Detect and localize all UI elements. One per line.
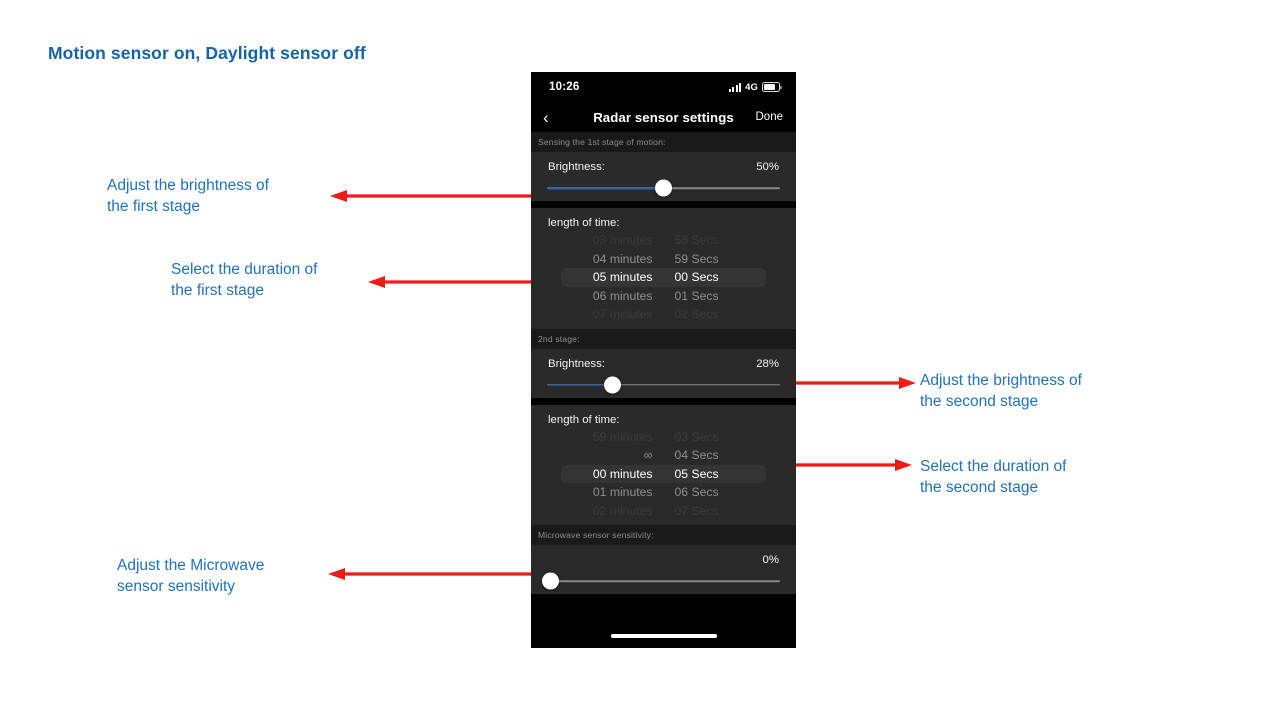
- picker-minutes: 59 minutes: [592, 429, 653, 444]
- done-button[interactable]: Done: [756, 111, 784, 123]
- annotation-microwave-sensitivity: Adjust the Microwave sensor sensitivity: [117, 557, 265, 596]
- arrow-to-duration-second-stage: [780, 458, 912, 472]
- microwave-sensitivity-slider[interactable]: [541, 568, 780, 594]
- picker-minutes: 07 minutes: [592, 307, 653, 322]
- home-indicator: [610, 634, 717, 638]
- picker-seconds: 00 Secs: [674, 270, 719, 285]
- brightness-value: 50%: [756, 161, 779, 173]
- picker-seconds: 02 Secs: [674, 307, 719, 322]
- section-header-first-stage: Sensing the 1st stage of motion:: [531, 132, 796, 152]
- picker-seconds: 05 Secs: [674, 466, 719, 481]
- status-indicators: 4G: [728, 81, 782, 93]
- annotation-brightness-first-stage: Adjust the brightness of the first stage: [107, 177, 269, 216]
- slider-track: [547, 580, 780, 582]
- slider-fill: [547, 187, 664, 189]
- section-gap: [531, 201, 796, 208]
- picker-seconds: 58 Secs: [674, 233, 719, 248]
- picker-seconds: 06 Secs: [674, 485, 719, 500]
- page-title: Motion sensor on, Daylight sensor off: [48, 43, 366, 63]
- slider-fill: [547, 383, 613, 386]
- picker-row[interactable]: 07 minutes 02 Secs: [531, 305, 796, 324]
- cellular-signal-icon: [728, 82, 742, 92]
- picker-row-selected[interactable]: 00 minutes 05 Secs: [561, 464, 766, 483]
- brightness-card-first-stage: Brightness: 50%: [531, 152, 796, 201]
- brightness-slider-first-stage[interactable]: [547, 175, 780, 201]
- duration-picker-second-stage[interactable]: 59 minutes 03 Secs ∞ 04 Secs 00 minutes …: [531, 428, 796, 526]
- picker-seconds: 59 Secs: [674, 251, 719, 266]
- picker-row[interactable]: ∞ 04 Secs: [531, 446, 796, 465]
- duration-picker-first-stage[interactable]: 03 minutes 58 Secs 04 minutes 59 Secs 05…: [531, 231, 796, 329]
- picker-minutes: 04 minutes: [592, 251, 653, 266]
- battery-icon: [762, 82, 782, 92]
- phone-screen: 10:26 4G ‹ Radar sensor settings Done Se…: [531, 72, 796, 648]
- slider-knob[interactable]: [655, 179, 672, 197]
- annotation-duration-second-stage: Select the duration of the second stage: [920, 458, 1067, 497]
- picker-minutes-infinity: ∞: [643, 448, 653, 463]
- picker-seconds: 03 Secs: [674, 429, 719, 444]
- picker-minutes: 03 minutes: [592, 233, 653, 248]
- duration-label: length of time:: [548, 413, 620, 426]
- microwave-value: 0%: [762, 554, 779, 566]
- picker-seconds: 07 Secs: [674, 503, 719, 518]
- picker-row[interactable]: 59 minutes 03 Secs: [531, 428, 796, 447]
- slider-knob[interactable]: [541, 572, 559, 590]
- annotation-duration-first-stage: Select the duration of the first stage: [171, 261, 318, 300]
- picker-seconds: 01 Secs: [674, 288, 719, 303]
- nav-bar: ‹ Radar sensor settings Done: [531, 102, 796, 132]
- brightness-slider-second-stage[interactable]: [547, 372, 780, 398]
- brightness-card-second-stage: Brightness: 28%: [531, 348, 796, 398]
- status-time: 10:26: [549, 81, 580, 93]
- section-gap: [531, 397, 796, 405]
- section-header-second-stage: 2nd stage:: [531, 328, 796, 349]
- brightness-label: Brightness:: [548, 161, 605, 173]
- picker-minutes: 05 minutes: [592, 270, 653, 285]
- network-type-label: 4G: [745, 81, 758, 93]
- duration-card-second-stage: length of time: 59 minutes 03 Secs ∞ 04 …: [531, 404, 796, 526]
- picker-row[interactable]: 01 minutes 06 Secs: [531, 483, 796, 502]
- picker-row[interactable]: 04 minutes 59 Secs: [531, 250, 796, 269]
- picker-row-selected[interactable]: 05 minutes 00 Secs: [561, 268, 766, 287]
- section-header-microwave: Microwave sensor sensitivity:: [531, 525, 796, 545]
- picker-seconds: 04 Secs: [674, 448, 719, 463]
- microwave-card: 0%: [531, 545, 796, 594]
- picker-minutes: 02 minutes: [592, 503, 653, 518]
- picker-minutes: 06 minutes: [592, 288, 653, 303]
- brightness-value: 28%: [756, 357, 779, 370]
- annotation-brightness-second-stage: Adjust the brightness of the second stag…: [920, 372, 1082, 411]
- picker-minutes: 00 minutes: [592, 466, 653, 481]
- picker-row[interactable]: 03 minutes 58 Secs: [531, 231, 796, 250]
- picker-row[interactable]: 02 minutes 07 Secs: [531, 502, 796, 521]
- picker-minutes: 01 minutes: [592, 485, 653, 500]
- picker-row[interactable]: 06 minutes 01 Secs: [531, 287, 796, 306]
- arrow-to-microwave-sensitivity: [328, 567, 560, 581]
- brightness-label: Brightness:: [548, 357, 605, 370]
- slider-knob[interactable]: [603, 376, 621, 393]
- duration-card-first-stage: length of time: 03 minutes 58 Secs 04 mi…: [531, 208, 796, 329]
- duration-label: length of time:: [548, 217, 620, 229]
- status-bar: 10:26 4G: [531, 72, 796, 102]
